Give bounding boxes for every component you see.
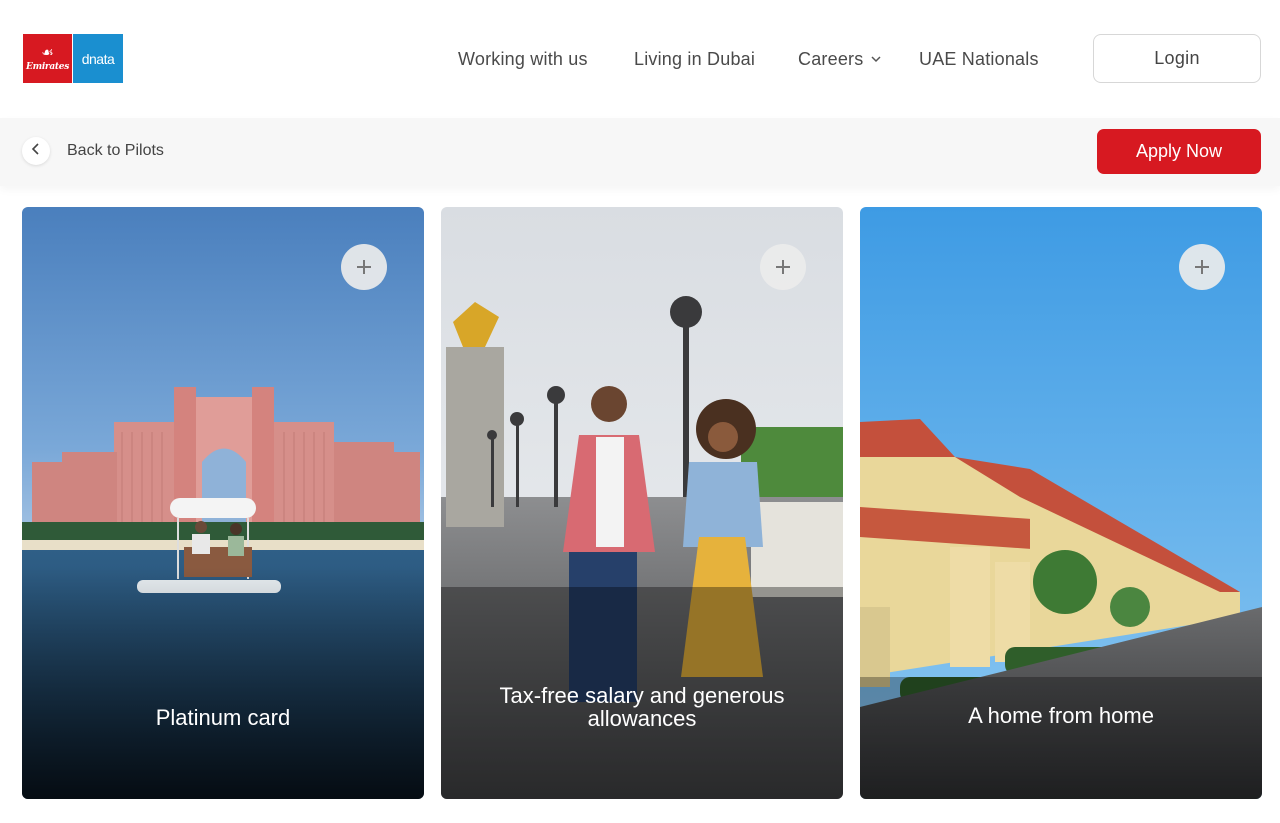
apply-now-label: Apply Now: [1135, 141, 1223, 161]
nav-label: Working with us: [458, 49, 588, 69]
nav-label: Careers: [798, 49, 864, 69]
nav-living-in-dubai[interactable]: Living in Dubai: [634, 47, 755, 71]
chevron-down-icon: [871, 47, 881, 71]
apply-now-button[interactable]: Apply Now: [1097, 129, 1261, 174]
sub-navigation-bar: [0, 118, 1280, 186]
dnata-logo-text: dnata: [81, 50, 115, 67]
emirates-logo-text: Emirates: [26, 61, 69, 72]
dnata-logo: dnata: [73, 34, 123, 83]
benefit-card-tax-free-salary[interactable]: Tax-free salary and generous allowances: [441, 207, 843, 799]
card-caption: Platinum card: [155, 705, 291, 730]
emirates-logo: ☙ Emirates: [23, 34, 72, 83]
card-caption: A home from home: [968, 703, 1154, 728]
nav-label: UAE Nationals: [919, 49, 1039, 69]
login-label: Login: [1154, 48, 1200, 68]
site-header: ☙ Emirates dnata Working with us Living …: [0, 0, 1280, 118]
card-caption: Tax-free salary and generous allowances: [499, 683, 785, 731]
plus-icon[interactable]: [760, 244, 806, 290]
chevron-left-icon: [31, 142, 41, 160]
emirates-calligraphy-icon: ☙: [41, 44, 54, 61]
nav-working-with-us[interactable]: Working with us: [458, 47, 588, 71]
nav-careers[interactable]: Careers: [798, 47, 881, 71]
nav-label: Living in Dubai: [634, 49, 756, 69]
back-to-pilots-link[interactable]: Back to Pilots: [67, 142, 164, 160]
plus-icon[interactable]: [1179, 244, 1225, 290]
nav-uae-nationals[interactable]: UAE Nationals: [919, 47, 1039, 71]
back-button[interactable]: [22, 137, 50, 165]
benefit-card-home-from-home[interactable]: A home from home: [860, 207, 1262, 799]
benefit-card-platinum[interactable]: Platinum card: [22, 207, 424, 799]
login-button[interactable]: Login: [1093, 34, 1261, 83]
emirates-dnata-logo[interactable]: ☙ Emirates dnata: [23, 34, 123, 83]
plus-icon[interactable]: [341, 244, 387, 290]
